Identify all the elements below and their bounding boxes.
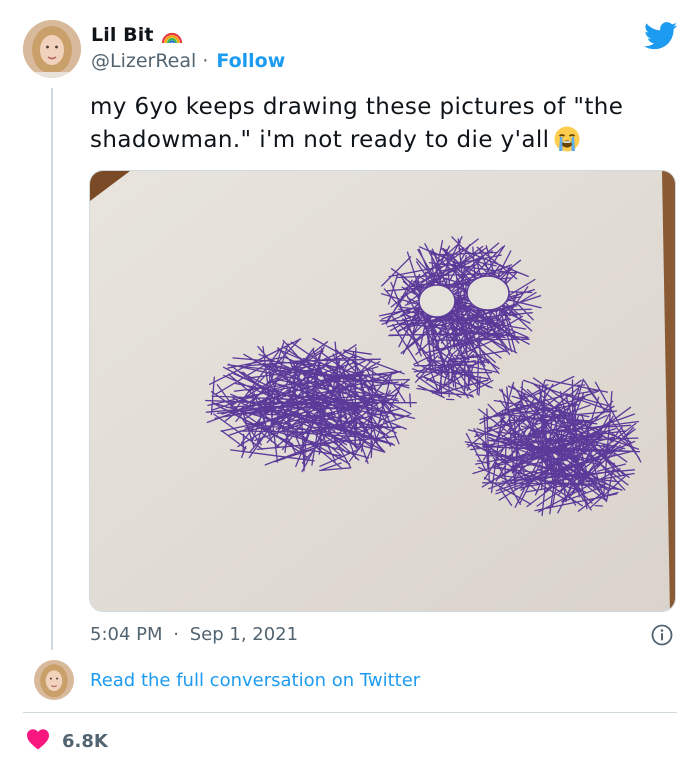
like-count: 6.8K — [62, 730, 108, 752]
author-avatar-small[interactable] — [34, 660, 74, 700]
author-avatar[interactable] — [23, 20, 81, 78]
like-button[interactable]: 6.8K — [26, 728, 108, 754]
author-handle-row: @LizerReal · Follow — [91, 50, 285, 72]
read-conversation-link[interactable]: Read the full conversation on Twitter — [90, 670, 420, 691]
info-icon[interactable] — [651, 624, 673, 650]
divider — [23, 712, 677, 713]
tweet-timestamp[interactable]: 5:04 PM · Sep 1, 2021 — [90, 624, 298, 645]
author-display-name[interactable]: Lil Bit — [91, 24, 154, 46]
author-handle[interactable]: @LizerReal — [91, 50, 196, 72]
timestamp-separator: · — [173, 624, 179, 645]
tweet-body: my 6yo keeps drawing these pictures of "… — [90, 94, 624, 153]
rainbow-icon — [160, 25, 184, 45]
tweet-text: my 6yo keeps drawing these pictures of "… — [90, 91, 680, 163]
tweet-photo[interactable] — [89, 170, 676, 612]
handle-separator: · — [202, 50, 209, 72]
tweet-time: 5:04 PM — [90, 624, 163, 645]
heart-icon — [26, 728, 50, 754]
author-name-row: Lil Bit — [91, 24, 184, 46]
twitter-bird-icon[interactable] — [644, 22, 678, 54]
tweet-date: Sep 1, 2021 — [189, 624, 299, 645]
follow-button[interactable]: Follow — [216, 50, 285, 72]
loudly-crying-face-icon — [553, 125, 581, 163]
thread-line — [51, 88, 53, 650]
